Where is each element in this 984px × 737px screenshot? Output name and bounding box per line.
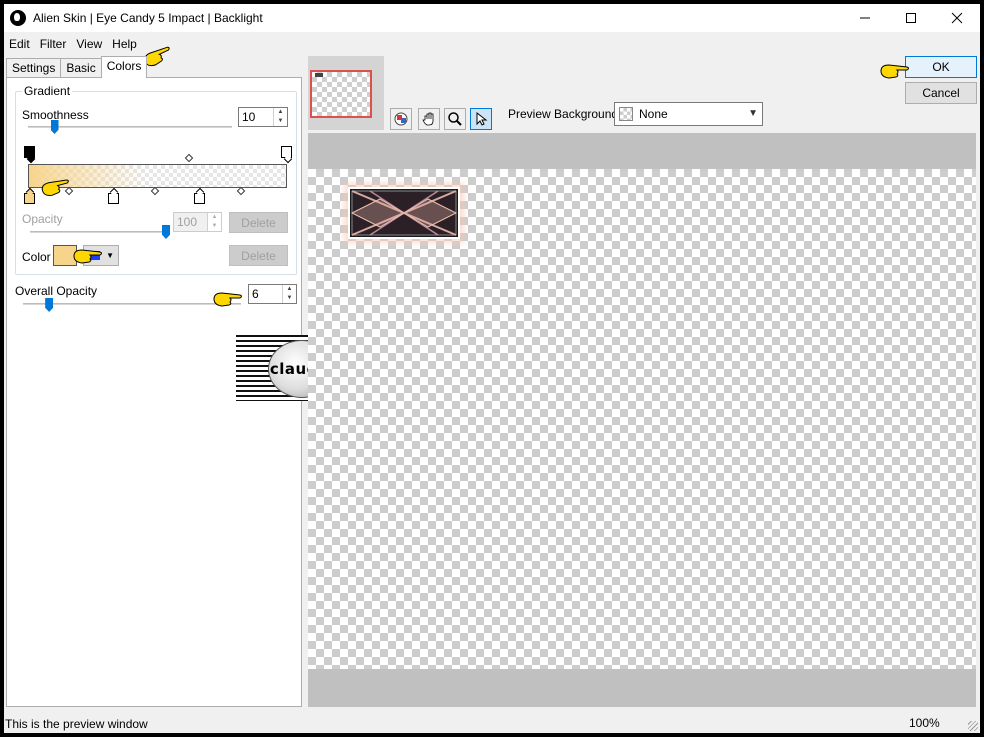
smoothness-input[interactable]: 10 (239, 108, 273, 126)
chevron-down-icon: ▼ (106, 251, 114, 260)
gradient-color-stop-selected[interactable] (24, 193, 35, 204)
pointer-hand-icon (213, 292, 242, 307)
zoom-icon (448, 112, 462, 126)
spin-down-icon[interactable]: ▼ (208, 222, 221, 231)
status-text: This is the preview window (5, 716, 148, 731)
spin-down-icon[interactable]: ▼ (274, 117, 287, 126)
resize-grip-icon[interactable] (968, 721, 978, 731)
close-icon (951, 12, 963, 24)
hand-icon (422, 112, 434, 126)
tab-strip: Settings Basic Colors (6, 56, 148, 78)
preview-background-value: None (639, 107, 668, 121)
color-delete-button[interactable]: Delete (229, 245, 288, 266)
alien-skin-icon (10, 10, 26, 26)
thumbnail-image (315, 73, 323, 77)
colors-panel: Gradient Smoothness 10 ▲ ▼ Opacity 100 ▲… (6, 77, 370, 707)
menu-edit[interactable]: Edit (4, 34, 35, 54)
preview-toggle-button[interactable] (390, 108, 412, 130)
preview-window[interactable] (308, 133, 976, 707)
overall-opacity-slider-track[interactable] (23, 303, 241, 305)
ok-button[interactable]: OK (905, 56, 977, 78)
overall-opacity-spinbox[interactable]: 6 ▲ ▼ (248, 284, 297, 304)
zoom-tool-button[interactable] (444, 108, 466, 130)
gradient-opacity-stop[interactable] (281, 146, 292, 158)
zoom-level: 100% (909, 716, 940, 730)
opacity-spinbox[interactable]: 100 ▲ ▼ (173, 212, 222, 232)
navigator-panel (308, 56, 384, 130)
smoothness-slider-thumb[interactable] (50, 120, 59, 134)
smoothness-spinbox[interactable]: 10 ▲ ▼ (238, 107, 288, 127)
overall-opacity-label: Overall Opacity (15, 284, 98, 298)
opacity-input[interactable]: 100 (174, 213, 207, 231)
spin-up-icon[interactable]: ▲ (208, 213, 221, 222)
preview-canvas[interactable] (308, 169, 976, 669)
spin-down-icon[interactable]: ▼ (283, 294, 296, 303)
cancel-button[interactable]: Cancel (905, 82, 977, 104)
gradient-color-stop[interactable] (194, 193, 205, 204)
gradient-group: Gradient Smoothness 10 ▲ ▼ Opacity 100 ▲… (15, 84, 297, 275)
preview-toggle-icon (394, 112, 408, 126)
tab-colors[interactable]: Colors (100, 56, 148, 78)
maximize-icon (906, 13, 916, 23)
minimize-button[interactable] (842, 4, 888, 32)
chevron-down-icon: ▼ (748, 108, 758, 119)
overall-opacity-input[interactable]: 6 (249, 285, 282, 303)
opacity-delete-button[interactable]: Delete (229, 212, 288, 233)
preview-image (348, 187, 460, 239)
menu-bar: Edit Filter View Help (4, 34, 142, 54)
window-controls (842, 4, 980, 32)
smoothness-label: Smoothness (22, 108, 89, 122)
close-button[interactable] (934, 4, 980, 32)
opacity-slider-track[interactable] (30, 231, 166, 233)
window-title: Alien Skin | Eye Candy 5 Impact | Backli… (33, 11, 263, 25)
pointer-tool-button[interactable] (470, 108, 492, 130)
pointer-hand-icon (880, 64, 909, 79)
gradient-midpoint-diamond[interactable] (150, 186, 160, 196)
menu-filter[interactable]: Filter (35, 34, 72, 54)
app-window: Alien Skin | Eye Candy 5 Impact | Backli… (4, 4, 980, 733)
navigator-thumbnail[interactable] (310, 70, 372, 118)
gradient-opacity-stop[interactable] (24, 146, 35, 158)
tab-settings[interactable]: Settings (6, 58, 62, 78)
arrow-cursor-icon (476, 111, 488, 126)
maximize-button[interactable] (888, 4, 934, 32)
preview-artwork (350, 190, 458, 236)
preview-background-label: Preview Background: (508, 107, 622, 121)
spin-up-icon[interactable]: ▲ (274, 108, 287, 117)
smoothness-slider-track[interactable] (28, 126, 232, 128)
gradient-color-stop[interactable] (108, 193, 119, 204)
menu-view[interactable]: View (71, 34, 107, 54)
gradient-group-label: Gradient (22, 84, 73, 98)
status-bar: This is the preview window 100% (4, 714, 980, 733)
title-bar: Alien Skin | Eye Candy 5 Impact | Backli… (4, 4, 980, 32)
pointer-hand-icon (73, 249, 102, 264)
menu-help[interactable]: Help (107, 34, 142, 54)
transparency-icon (619, 107, 633, 121)
hand-tool-button[interactable] (418, 108, 440, 130)
minimize-icon (860, 17, 870, 19)
gradient-midpoint-diamond[interactable] (184, 153, 194, 163)
preview-background-select[interactable]: None ▼ (614, 102, 763, 126)
overall-opacity-slider-thumb[interactable] (45, 298, 54, 312)
opacity-slider-thumb[interactable] (162, 225, 170, 239)
opacity-label: Opacity (22, 212, 63, 226)
color-label: Color (22, 250, 51, 264)
tab-basic[interactable]: Basic (60, 58, 102, 78)
spin-up-icon[interactable]: ▲ (283, 285, 296, 294)
gradient-midpoint-diamond[interactable] (236, 186, 246, 196)
